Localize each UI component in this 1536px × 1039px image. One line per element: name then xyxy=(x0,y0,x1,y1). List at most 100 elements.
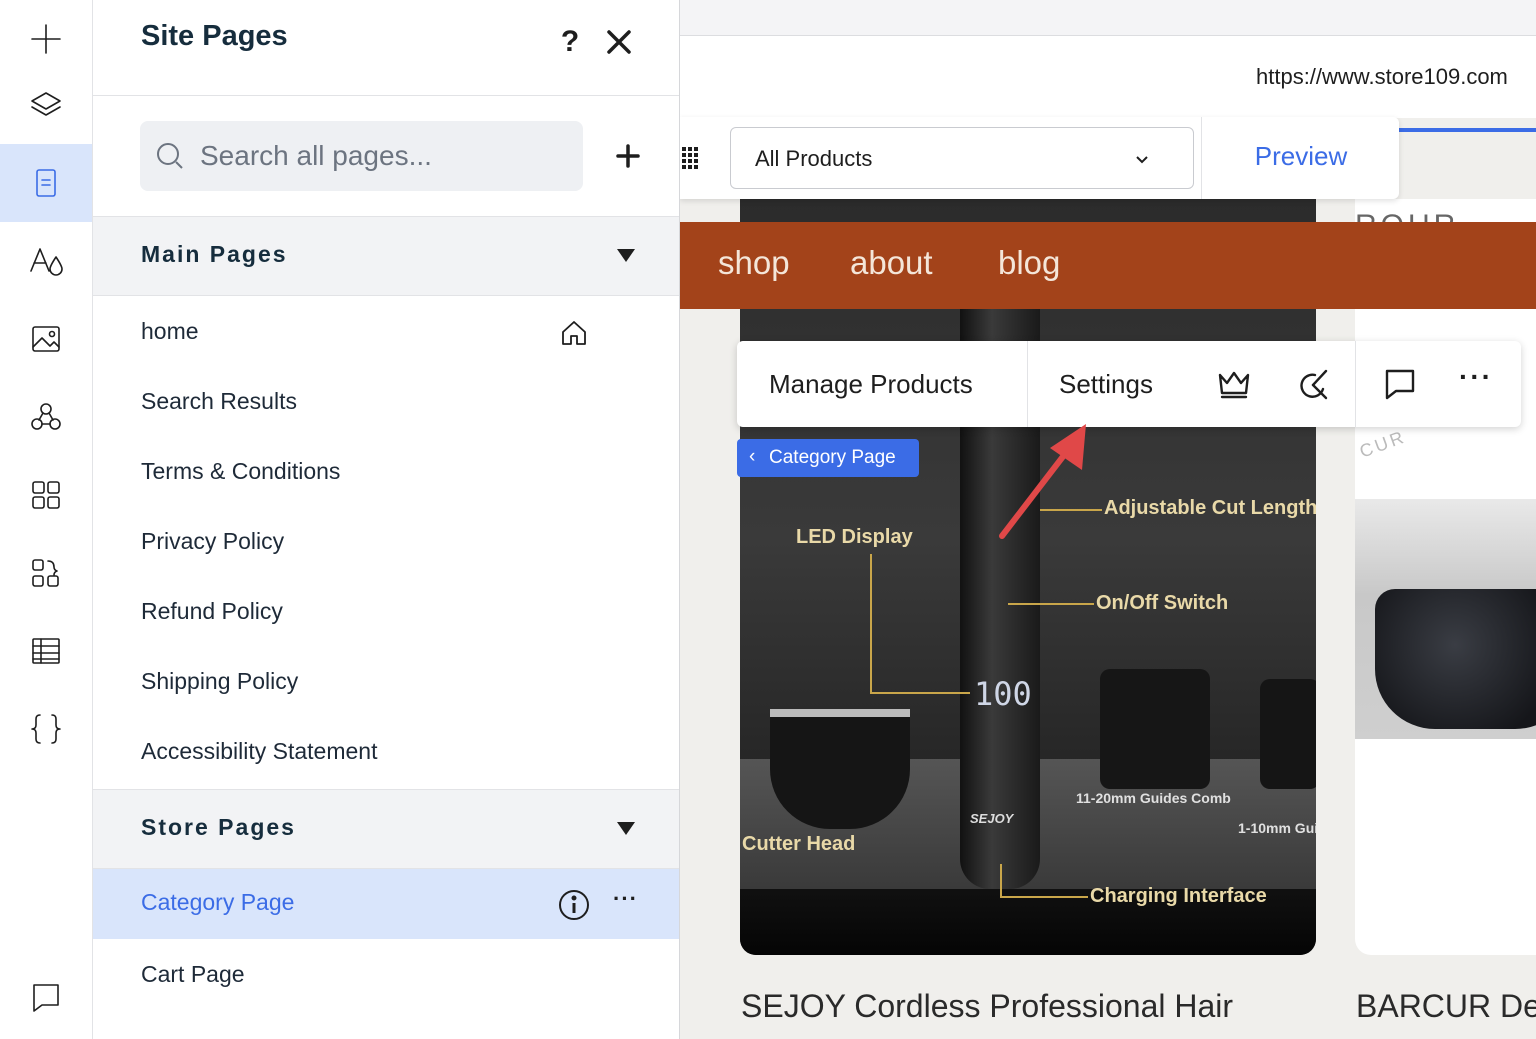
design-button[interactable] xyxy=(0,222,92,300)
dots-grid-icon[interactable] xyxy=(680,145,704,171)
section-header-store-pages[interactable]: Store Pages xyxy=(93,789,679,869)
chevron-down-icon xyxy=(1136,156,1148,164)
home-icon xyxy=(562,321,586,345)
code-icon xyxy=(31,714,61,744)
page-label: Shipping Policy xyxy=(141,668,299,694)
close-icon[interactable] xyxy=(603,26,635,58)
cutter-head-shape xyxy=(770,709,910,829)
caret-down-icon[interactable] xyxy=(617,822,635,835)
label-guide-comb-2: 1-10mm Guides Comb xyxy=(1238,820,1316,836)
page-item-privacy[interactable]: Privacy Policy xyxy=(93,508,679,578)
more-options-button[interactable]: ··· xyxy=(613,888,641,919)
layers-icon xyxy=(31,92,61,116)
product-title-1[interactable]: SEJOY Cordless Professional Hair xyxy=(741,988,1233,1025)
breadcrumb-label: Category Page xyxy=(769,447,896,468)
page-item-category[interactable]: Category Page ··· xyxy=(93,869,679,939)
layers-button[interactable] xyxy=(0,66,92,144)
page-select-dropdown[interactable]: All Products xyxy=(730,127,1194,189)
label-guide-comb: 11-20mm Guides Comb xyxy=(1076,790,1231,806)
label-charging: Charging Interface xyxy=(1090,885,1267,907)
label-onoff: On/Off Switch xyxy=(1096,592,1229,614)
comments-button[interactable] xyxy=(0,958,92,1036)
label-adjustable: Adjustable Cut Length xyxy=(1104,497,1316,519)
brand-text: CUR xyxy=(1356,426,1409,462)
cms-button[interactable] xyxy=(0,612,92,690)
page-item-cart[interactable]: Cart Page xyxy=(93,941,679,1011)
business-apps-button[interactable] xyxy=(0,378,92,456)
page-label: Cart Page xyxy=(141,961,245,987)
info-icon[interactable] xyxy=(558,889,590,921)
page-select-value: All Products xyxy=(755,146,873,171)
business-apps-icon xyxy=(31,403,61,430)
search-icon xyxy=(157,143,183,169)
section-label: Store Pages xyxy=(141,814,296,840)
help-button[interactable]: ? xyxy=(555,24,585,60)
pages-button[interactable] xyxy=(0,144,92,222)
section-header-main-pages[interactable]: Main Pages xyxy=(93,216,679,296)
page-selector-bar: All Products Preview xyxy=(680,117,1399,199)
top-strip xyxy=(680,0,1536,36)
cms-table-icon xyxy=(32,638,60,664)
site-pages-panel: Site Pages ? Main Pages home Search Resu… xyxy=(93,0,680,1039)
label-cutter-head: Cutter Head xyxy=(742,833,856,855)
comb-shape xyxy=(1260,679,1316,789)
lens-shape xyxy=(1375,589,1536,729)
panel-title: Site Pages xyxy=(141,20,288,52)
comb-shape xyxy=(1100,669,1210,789)
apps-button[interactable] xyxy=(0,456,92,534)
brand-mark: SEJOY xyxy=(970,811,1014,826)
page-item-accessibility[interactable]: Accessibility Statement xyxy=(93,718,679,788)
left-tool-rail xyxy=(0,0,93,1039)
comments-icon xyxy=(33,984,59,1012)
page-label: home xyxy=(141,318,199,344)
settings-button[interactable]: Settings xyxy=(1059,369,1153,400)
add-page-icon[interactable] xyxy=(610,138,646,174)
page-item-search-results[interactable]: Search Results xyxy=(93,368,679,438)
product-image-sunglasses[interactable]: ROUR CUR xyxy=(1355,199,1536,955)
crown-icon[interactable] xyxy=(1215,365,1253,403)
chevron-left-icon: ‹ xyxy=(749,446,756,467)
media-icon xyxy=(32,326,60,352)
design-icon xyxy=(30,248,63,276)
product-title-2[interactable]: BARCUR Des xyxy=(1356,988,1536,1025)
panel-header: Site Pages ? xyxy=(93,0,679,96)
site-url: https://www.store109.com xyxy=(1256,64,1508,89)
search-box xyxy=(140,121,583,191)
page-label: Terms & Conditions xyxy=(141,458,341,484)
product-image-trimmer[interactable]: 100 SEJOY LED Display Adjustable Cut Len… xyxy=(740,199,1316,955)
add-apps-icon xyxy=(32,559,59,587)
page-label: Refund Policy xyxy=(141,598,283,624)
led-digits: 100 xyxy=(974,675,1032,713)
trimmer-body xyxy=(960,239,1040,889)
nav-link-shop[interactable]: shop xyxy=(718,244,790,282)
comment-icon[interactable] xyxy=(1381,365,1419,403)
section-label: Main Pages xyxy=(141,241,288,267)
breadcrumb-category-page[interactable]: ‹ Category Page xyxy=(737,439,919,477)
page-item-shipping[interactable]: Shipping Policy xyxy=(93,648,679,718)
manage-products-button[interactable]: Manage Products xyxy=(769,369,973,400)
search-input[interactable] xyxy=(200,121,570,191)
annotation-arrow-icon xyxy=(999,424,1086,539)
page-label: Search Results xyxy=(141,388,297,414)
site-nav-bar: shop about blog xyxy=(680,222,1536,309)
gallery-toolbar: Manage Products Settings ··· xyxy=(737,341,1521,427)
page-label: Accessibility Statement xyxy=(141,738,378,764)
page-item-home[interactable]: home xyxy=(93,298,679,368)
label-led-display: LED Display xyxy=(796,526,913,548)
animation-icon[interactable] xyxy=(1293,365,1331,403)
caret-down-icon[interactable] xyxy=(617,249,635,262)
apps-grid-icon xyxy=(32,481,60,509)
dev-mode-button[interactable] xyxy=(0,690,92,768)
media-button[interactable] xyxy=(0,300,92,378)
preview-button[interactable]: Preview xyxy=(1220,141,1382,177)
page-item-refund[interactable]: Refund Policy xyxy=(93,578,679,648)
nav-link-blog[interactable]: blog xyxy=(998,244,1060,282)
page-item-terms[interactable]: Terms & Conditions xyxy=(93,438,679,508)
editor-canvas: https://www.store109.com 100 SEJOY LED D… xyxy=(680,0,1536,1039)
nav-link-about[interactable]: about xyxy=(850,244,933,282)
progress-line xyxy=(1398,128,1536,132)
add-apps-button[interactable] xyxy=(0,534,92,612)
pages-icon xyxy=(36,169,56,197)
more-options-button[interactable]: ··· xyxy=(1459,361,1493,393)
plus-icon xyxy=(31,24,61,54)
